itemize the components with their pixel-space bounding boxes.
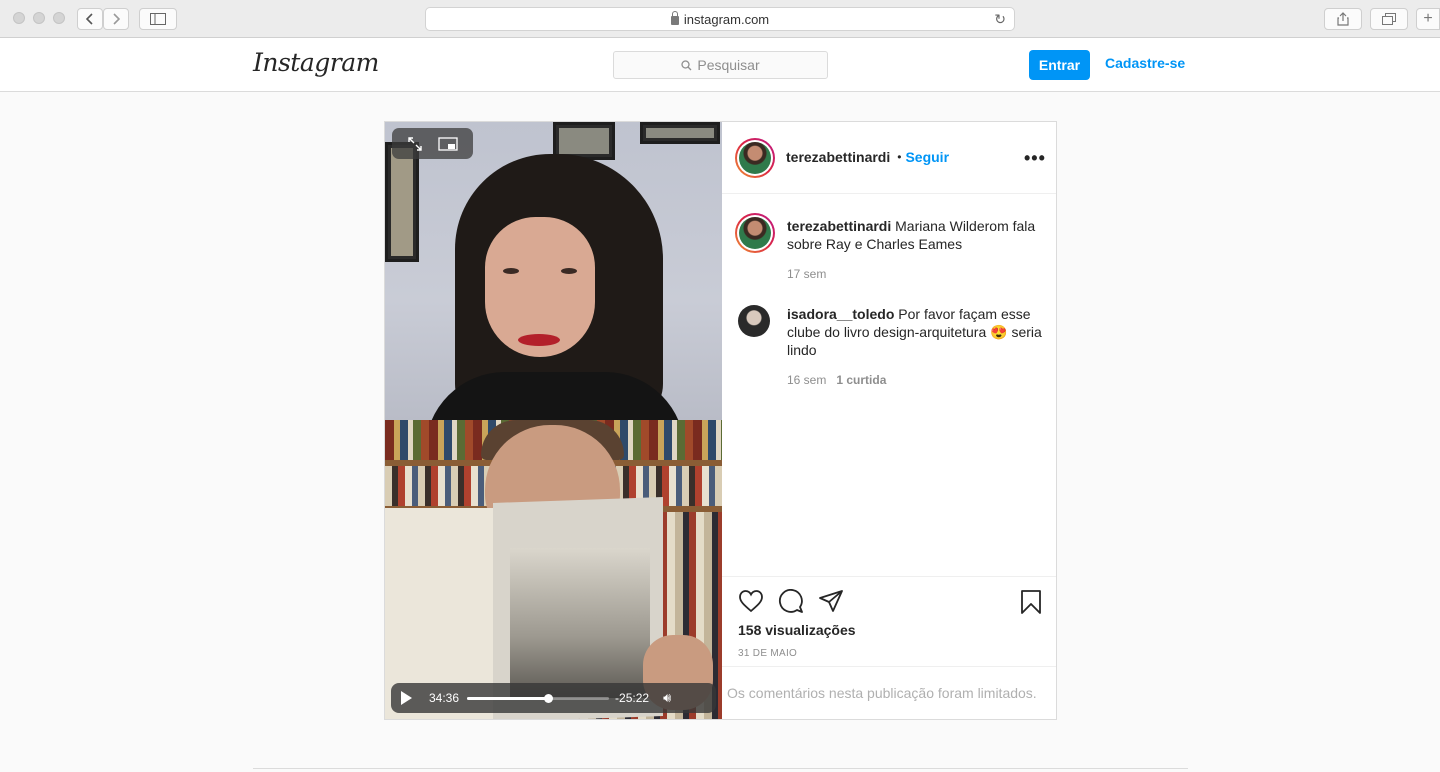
instagram-header: Instagram Pesquisar Entrar Cadastre-se — [0, 38, 1440, 92]
comments-limited-notice: Os comentários nesta publicação foram li… — [722, 666, 1056, 719]
bookmark-icon[interactable] — [1020, 589, 1042, 615]
video-upper-frame — [385, 122, 722, 452]
video-controls: 34:36 -25:22 🔊︎ — [391, 683, 716, 713]
person-eye — [561, 268, 577, 274]
view-count: 158 visualizações — [738, 622, 856, 638]
comment-avatar[interactable] — [738, 305, 770, 337]
video-lower-frame — [385, 420, 722, 719]
wall-picture — [640, 122, 720, 144]
new-tab-button[interactable]: + — [1416, 8, 1440, 30]
share-button[interactable] — [1324, 8, 1362, 30]
dot-separator: • — [897, 150, 902, 164]
back-button[interactable] — [77, 8, 103, 30]
wall-picture — [385, 142, 419, 262]
comment: isadora__toledo Por favor façam esse clu… — [787, 305, 1049, 359]
post-header: terezabettinardi • Seguir ••• — [722, 122, 1056, 194]
play-icon[interactable] — [401, 691, 412, 705]
post-card: 34:36 -25:22 🔊︎ terezabettinardi • Segui… — [384, 121, 1057, 720]
signup-link[interactable]: Cadastre-se — [1105, 55, 1185, 71]
author-avatar[interactable] — [735, 138, 775, 178]
footer-divider — [253, 768, 1188, 769]
share-icon — [1337, 12, 1349, 26]
video-elapsed: 34:36 — [429, 691, 460, 705]
comment-likes[interactable]: 1 curtida — [836, 373, 886, 387]
comment-meta: 17 sem — [787, 267, 826, 281]
video-top-controls — [392, 128, 473, 159]
post-actions: 158 visualizações 31 DE MAIO — [722, 576, 1056, 666]
post-video[interactable]: 34:36 -25:22 🔊︎ — [385, 122, 722, 719]
comment-avatar[interactable] — [735, 213, 775, 253]
comment-meta: 16 sem 1 curtida — [787, 373, 886, 387]
video-remaining: -25:22 — [615, 691, 650, 705]
comment-username[interactable]: isadora__toledo — [787, 306, 894, 322]
person-lips — [518, 334, 560, 346]
tabs-icon — [1382, 13, 1396, 25]
forward-button[interactable] — [103, 8, 129, 30]
window-zoom-button[interactable] — [53, 12, 65, 24]
fullscreen-icon[interactable] — [407, 136, 423, 152]
lock-icon — [670, 10, 679, 25]
search-input[interactable]: Pesquisar — [613, 51, 828, 79]
comment-username[interactable]: terezabettinardi — [787, 218, 891, 234]
chevron-right-icon — [113, 13, 120, 25]
search-icon — [681, 59, 692, 70]
browser-toolbar: instagram.com ↻ + — [0, 0, 1440, 38]
volume-icon[interactable]: 🔊︎ — [663, 690, 671, 706]
video-progress-fill — [467, 696, 548, 700]
plus-icon: + — [1423, 10, 1433, 27]
comment-time[interactable]: 17 sem — [787, 267, 826, 281]
book-photo-motorcycle — [510, 548, 650, 698]
post-side-panel: terezabettinardi • Seguir ••• terezabett… — [722, 122, 1056, 719]
picture-in-picture-icon[interactable] — [438, 136, 458, 151]
address-bar[interactable]: instagram.com ↻ — [425, 7, 1015, 31]
window-minimize-button[interactable] — [33, 12, 45, 24]
author-username[interactable]: terezabettinardi — [786, 149, 890, 165]
person-eye — [503, 268, 519, 274]
login-button[interactable]: Entrar — [1029, 50, 1090, 80]
sidebar-icon — [150, 13, 166, 25]
comment-time[interactable]: 16 sem — [787, 373, 826, 387]
comment-caption: terezabettinardi Mariana Wilderom fala s… — [787, 217, 1049, 253]
share-direct-icon[interactable] — [818, 589, 844, 613]
sidebar-button[interactable] — [139, 8, 177, 30]
video-scrubber-knob[interactable] — [543, 693, 553, 703]
more-options-icon[interactable]: ••• — [1024, 148, 1046, 169]
search-placeholder: Pesquisar — [697, 57, 760, 73]
author-line: terezabettinardi • Seguir — [786, 149, 949, 165]
comment-icon[interactable] — [778, 589, 804, 614]
instagram-logo[interactable]: Instagram — [253, 48, 379, 77]
heart-icon[interactable] — [738, 589, 764, 613]
video-scrubber[interactable] — [467, 693, 610, 703]
window-close-button[interactable] — [13, 12, 25, 24]
follow-button[interactable]: Seguir — [905, 149, 949, 165]
tabs-button[interactable] — [1370, 8, 1408, 30]
address-url: instagram.com — [683, 11, 770, 27]
post-date[interactable]: 31 DE MAIO — [738, 648, 797, 659]
reload-icon[interactable]: ↻ — [994, 11, 1006, 28]
chevron-left-icon — [86, 13, 93, 25]
